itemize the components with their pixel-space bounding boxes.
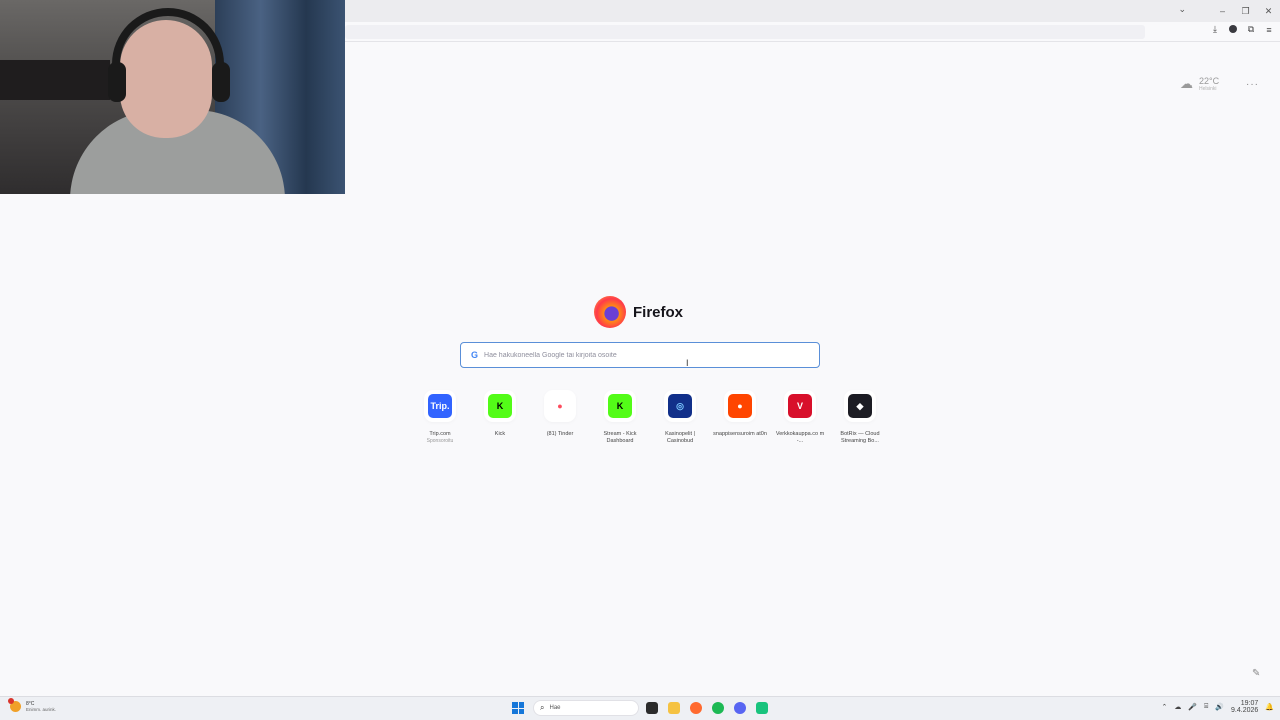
taskbar-weather-text: 8°C Enimm. aurink. bbox=[26, 701, 56, 712]
spotify-icon[interactable] bbox=[712, 702, 724, 714]
shortcut-label: Kasinopelit | Casinobud bbox=[665, 431, 695, 444]
webcam-headset-right bbox=[212, 62, 230, 102]
firefox-logo-icon bbox=[594, 296, 626, 328]
search-box[interactable]: G bbox=[460, 342, 820, 368]
tinder-icon: ● bbox=[548, 394, 572, 418]
search-icon: ⌕ bbox=[540, 703, 545, 712]
onedrive-icon[interactable]: ☁ bbox=[1174, 703, 1181, 711]
taskbar-weather[interactable]: 8°C Enimm. aurink. bbox=[8, 698, 56, 712]
top-sites: Trip. Trip.com Sponsoroitu K Kick ● (81)… bbox=[410, 394, 880, 454]
shortcut-tile[interactable]: Trip. Trip.com Sponsoroitu bbox=[410, 394, 470, 444]
brand-logo: Firefox bbox=[594, 296, 683, 328]
shortcut-label: Stream - Kick Dashboard bbox=[603, 431, 637, 444]
webcam-shelf bbox=[0, 60, 110, 100]
page-menu-button[interactable]: ··· bbox=[1246, 79, 1259, 90]
clock-time: 19:07 bbox=[1240, 700, 1259, 707]
shortcut-label: Trip.com bbox=[429, 431, 451, 437]
account-icon[interactable] bbox=[1228, 24, 1238, 35]
extensions-icon[interactable]: ⧉ bbox=[1246, 24, 1256, 35]
taskbar: 8°C Enimm. aurink. ⌕ Hae ⌃ ☁ 🎤 ⌸ 🔊 19:07… bbox=[0, 696, 1280, 720]
restore-button[interactable]: ❐ bbox=[1234, 6, 1257, 17]
notification-icon[interactable]: 🔔 bbox=[1265, 703, 1274, 711]
show-hidden-icons[interactable]: ⌃ bbox=[1162, 703, 1168, 711]
shortcut-tile[interactable]: K Kick bbox=[470, 394, 530, 438]
weather-temperature: 22°C bbox=[1199, 76, 1220, 86]
minimize-button[interactable]: – bbox=[1211, 6, 1234, 16]
shortcut-label: Kick bbox=[494, 431, 506, 437]
webcam-overlay bbox=[0, 0, 345, 194]
system-tray: ⌃ ☁ 🎤 ⌸ 🔊 19:07 9.4.2026 🔔 bbox=[1162, 700, 1274, 714]
firefox-icon[interactable] bbox=[690, 702, 702, 714]
clock[interactable]: 19:07 9.4.2026 bbox=[1231, 700, 1258, 714]
shortcut-label: BotRix — Cloud Streaming Bo... bbox=[840, 431, 880, 444]
cloud-icon: ☁ bbox=[1180, 76, 1193, 91]
shortcut-tile[interactable]: ◎ Kasinopelit | Casinobud bbox=[650, 394, 710, 445]
close-button[interactable]: ✕ bbox=[1257, 6, 1280, 17]
customize-pencil-icon[interactable]: ✎ bbox=[1252, 668, 1260, 679]
shortcut-tile[interactable]: ● snappisensuroim at0n bbox=[710, 394, 770, 438]
notification-badge bbox=[8, 698, 14, 704]
taskbar-search[interactable]: ⌕ Hae bbox=[533, 700, 639, 716]
sun-icon bbox=[8, 698, 21, 712]
tab-list-button[interactable]: ⌄ bbox=[1178, 4, 1186, 15]
trip-icon: Trip. bbox=[428, 394, 452, 418]
clock-date: 9.4.2026 bbox=[1231, 707, 1259, 714]
download-icon[interactable]: ⤓ bbox=[1210, 24, 1220, 35]
windows-start-icon[interactable] bbox=[512, 702, 524, 714]
shortcut-tile[interactable]: V Verkkokauppa.co m -... bbox=[770, 394, 830, 445]
taskbar-search-label: Hae bbox=[549, 705, 561, 711]
search-input[interactable] bbox=[484, 351, 785, 359]
taskbar-apps bbox=[646, 702, 768, 714]
folder-icon[interactable] bbox=[668, 702, 680, 714]
sponsored-label: Sponsoroitu bbox=[426, 438, 454, 444]
weather-text: 22°C Helsinki bbox=[1199, 76, 1219, 92]
file-explorer-icon[interactable] bbox=[646, 702, 658, 714]
botrix-icon: ◆ bbox=[848, 394, 872, 418]
shortcut-tile[interactable]: ◆ BotRix — Cloud Streaming Bo... bbox=[830, 394, 890, 445]
verkkokauppa-icon: V bbox=[788, 394, 812, 418]
window-controls: – ❐ ✕ bbox=[1211, 0, 1280, 22]
url-bar[interactable] bbox=[345, 25, 1145, 39]
toolbar-icons: ⤓ ⧉ ≡ bbox=[1210, 24, 1274, 35]
shortcut-tile[interactable]: ● (81) Tinder bbox=[530, 394, 590, 438]
kick-icon: K bbox=[488, 394, 512, 418]
shortcut-label: snappisensuroim at0n bbox=[713, 431, 767, 437]
shortcut-tile[interactable]: K Stream - Kick Dashboard bbox=[590, 394, 650, 445]
volume-icon[interactable]: 🔊 bbox=[1215, 703, 1224, 711]
text-cursor-icon: I bbox=[686, 358, 689, 368]
discord-icon[interactable] bbox=[734, 702, 746, 714]
app-icon[interactable] bbox=[756, 702, 768, 714]
taskbar-condition: Enimm. aurink. bbox=[26, 707, 57, 712]
weather-city: Helsinki bbox=[1199, 86, 1217, 92]
shortcut-label: Verkkokauppa.co m -... bbox=[775, 431, 825, 444]
weather-widget[interactable]: ☁ 22°C Helsinki bbox=[1180, 76, 1219, 92]
casinobud-icon: ◎ bbox=[668, 394, 692, 418]
shortcut-label: (81) Tinder bbox=[546, 431, 574, 437]
webcam-headset-left bbox=[108, 62, 126, 102]
menu-icon[interactable]: ≡ bbox=[1264, 25, 1274, 35]
google-icon: G bbox=[471, 350, 479, 360]
network-icon[interactable]: ⌸ bbox=[1204, 703, 1208, 711]
brand-wordmark: Firefox bbox=[633, 303, 684, 321]
kick-dashboard-icon: K bbox=[608, 394, 632, 418]
reddit-icon: ● bbox=[728, 394, 752, 418]
microphone-icon[interactable]: 🎤 bbox=[1188, 703, 1197, 711]
